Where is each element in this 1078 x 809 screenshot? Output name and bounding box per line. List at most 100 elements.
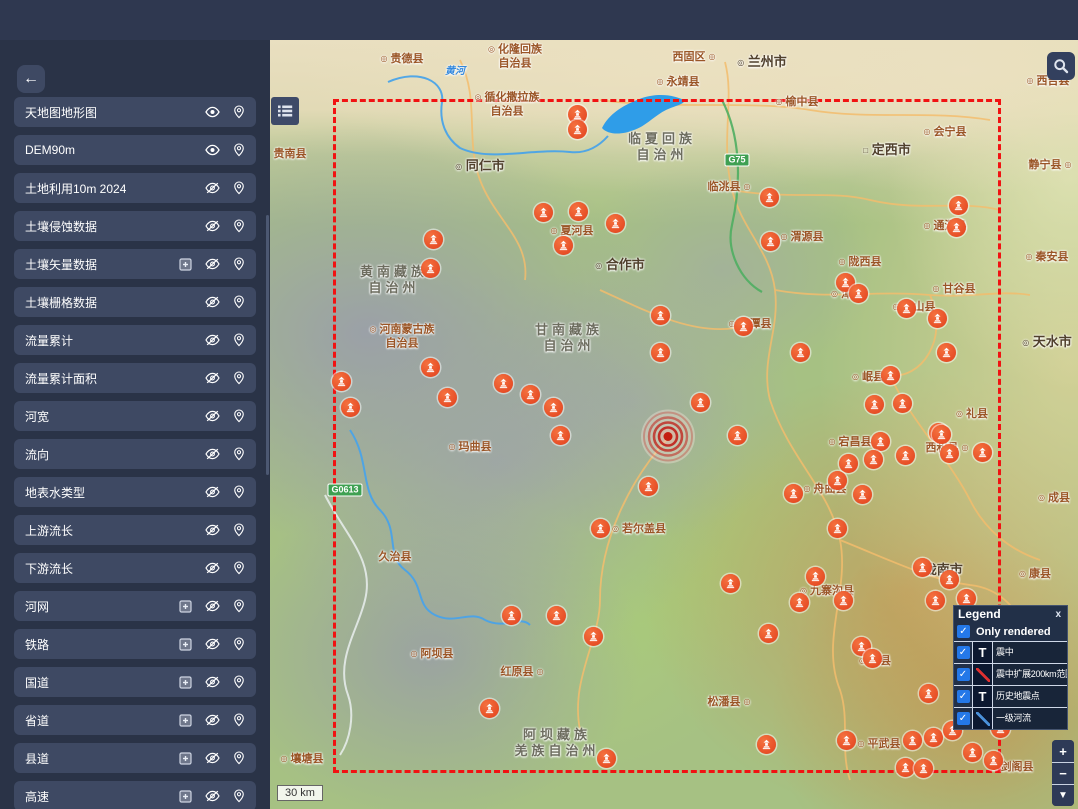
- map-search-button[interactable]: [1047, 52, 1075, 80]
- earthquake-marker[interactable]: [547, 606, 566, 625]
- layer-legend-button[interactable]: [179, 790, 192, 803]
- legend-row-checkbox[interactable]: ✓: [957, 668, 970, 681]
- earthquake-marker[interactable]: [568, 120, 587, 139]
- locate-pin-button[interactable]: [233, 333, 245, 347]
- earthquake-marker[interactable]: [919, 684, 938, 703]
- layer-item[interactable]: 县道: [14, 743, 256, 773]
- locate-pin-button[interactable]: [233, 409, 245, 423]
- earthquake-marker[interactable]: [853, 485, 872, 504]
- layer-item[interactable]: 高速: [14, 781, 256, 809]
- earthquake-marker[interactable]: [849, 284, 868, 303]
- earthquake-marker[interactable]: [494, 374, 513, 393]
- earthquake-marker[interactable]: [949, 196, 968, 215]
- earthquake-marker[interactable]: [438, 388, 457, 407]
- layer-item[interactable]: 流量累计: [14, 325, 256, 355]
- layer-item[interactable]: 铁路: [14, 629, 256, 659]
- layer-legend-button[interactable]: [179, 676, 192, 689]
- earthquake-marker[interactable]: [734, 317, 753, 336]
- earthquake-marker[interactable]: [881, 366, 900, 385]
- earthquake-marker[interactable]: [893, 394, 912, 413]
- earthquake-marker[interactable]: [897, 299, 916, 318]
- zoom-in-button[interactable]: +: [1052, 740, 1074, 762]
- earthquake-marker[interactable]: [569, 202, 588, 221]
- earthquake-marker[interactable]: [984, 751, 1003, 770]
- earthquake-marker[interactable]: [913, 558, 932, 577]
- sidebar-scrollbar[interactable]: [266, 215, 269, 475]
- zoom-out-button[interactable]: −: [1052, 762, 1074, 784]
- eye-off-icon[interactable]: [205, 448, 220, 460]
- locate-pin-button[interactable]: [233, 713, 245, 727]
- eye-icon[interactable]: [205, 144, 220, 156]
- locate-pin-button[interactable]: [233, 561, 245, 575]
- earthquake-marker[interactable]: [863, 649, 882, 668]
- legend-close-button[interactable]: x: [1054, 609, 1062, 620]
- earthquake-marker[interactable]: [837, 731, 856, 750]
- eye-off-icon[interactable]: [205, 258, 220, 270]
- legend-row-checkbox[interactable]: ✓: [957, 712, 970, 725]
- earthquake-marker[interactable]: [728, 426, 747, 445]
- earthquake-marker[interactable]: [940, 570, 959, 589]
- locate-pin-button[interactable]: [233, 751, 245, 765]
- eye-off-icon[interactable]: [205, 410, 220, 422]
- earthquake-marker[interactable]: [940, 444, 959, 463]
- locate-pin-button[interactable]: [233, 675, 245, 689]
- earthquake-marker[interactable]: [926, 591, 945, 610]
- eye-off-icon[interactable]: [205, 296, 220, 308]
- back-button[interactable]: ←: [17, 65, 45, 93]
- locate-pin-button[interactable]: [233, 181, 245, 195]
- earthquake-marker[interactable]: [806, 567, 825, 586]
- layer-item[interactable]: 上游流长: [14, 515, 256, 545]
- eye-off-icon[interactable]: [205, 334, 220, 346]
- pan-down-button[interactable]: ▼: [1052, 784, 1074, 806]
- earthquake-marker[interactable]: [591, 519, 610, 538]
- layer-legend-button[interactable]: [179, 752, 192, 765]
- earthquake-marker[interactable]: [502, 606, 521, 625]
- earthquake-marker[interactable]: [584, 627, 603, 646]
- earthquake-marker[interactable]: [421, 358, 440, 377]
- earthquake-marker[interactable]: [784, 484, 803, 503]
- earthquake-marker[interactable]: [865, 395, 884, 414]
- eye-off-icon[interactable]: [205, 372, 220, 384]
- locate-pin-button[interactable]: [233, 295, 245, 309]
- earthquake-marker[interactable]: [606, 214, 625, 233]
- locate-pin-button[interactable]: [233, 371, 245, 385]
- earthquake-marker[interactable]: [554, 236, 573, 255]
- earthquake-marker[interactable]: [651, 343, 670, 362]
- layer-item[interactable]: 下游流长: [14, 553, 256, 583]
- eye-off-icon[interactable]: [205, 562, 220, 574]
- earthquake-marker[interactable]: [896, 758, 915, 777]
- earthquake-marker[interactable]: [839, 454, 858, 473]
- earthquake-marker[interactable]: [828, 519, 847, 538]
- layer-legend-button[interactable]: [179, 714, 192, 727]
- eye-icon[interactable]: [205, 106, 220, 118]
- earthquake-marker[interactable]: [914, 759, 933, 778]
- eye-off-icon[interactable]: [205, 714, 220, 726]
- earthquake-marker[interactable]: [947, 218, 966, 237]
- layer-item[interactable]: 土壤侵蚀数据: [14, 211, 256, 241]
- earthquake-marker[interactable]: [534, 203, 553, 222]
- layer-item[interactable]: 土壤矢量数据: [14, 249, 256, 279]
- locate-pin-button[interactable]: [233, 599, 245, 613]
- earthquake-marker[interactable]: [421, 259, 440, 278]
- map-area[interactable]: ◎ 贵德县◎ 化隆回族自治县西固区 ◎◎ 兰州市◎ 永靖县◎ 西吉县◎ 循化撒拉…: [270, 40, 1078, 809]
- eye-off-icon[interactable]: [205, 638, 220, 650]
- layer-item[interactable]: 土地利用10m 2024: [14, 173, 256, 203]
- layer-item[interactable]: 国道: [14, 667, 256, 697]
- layer-item[interactable]: 河宽: [14, 401, 256, 431]
- locate-pin-button[interactable]: [233, 447, 245, 461]
- earthquake-marker[interactable]: [761, 232, 780, 251]
- earthquake-marker[interactable]: [544, 398, 563, 417]
- earthquake-marker[interactable]: [651, 306, 670, 325]
- earthquake-marker[interactable]: [871, 432, 890, 451]
- earthquake-marker[interactable]: [757, 735, 776, 754]
- earthquake-marker[interactable]: [903, 731, 922, 750]
- eye-off-icon[interactable]: [205, 486, 220, 498]
- layer-item[interactable]: 土壤栅格数据: [14, 287, 256, 317]
- layer-item[interactable]: DEM90m: [14, 135, 256, 165]
- layer-item[interactable]: 地表水类型: [14, 477, 256, 507]
- locate-pin-button[interactable]: [233, 637, 245, 651]
- locate-pin-button[interactable]: [233, 143, 245, 157]
- only-rendered-checkbox[interactable]: ✓: [957, 625, 970, 638]
- earthquake-marker[interactable]: [721, 574, 740, 593]
- earthquake-marker[interactable]: [759, 624, 778, 643]
